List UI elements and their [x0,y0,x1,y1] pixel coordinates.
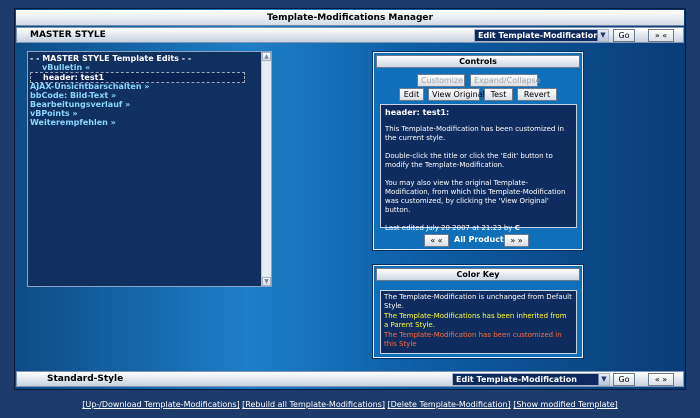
action-select-top[interactable]: Edit Template-Modification ▼ [474,29,609,42]
delete-link[interactable]: [Delete Template-Modification] [388,400,511,409]
scroll-up-icon[interactable]: ▲ [262,52,271,61]
key-customized: The Template-Modification has been custo… [384,331,562,348]
action-select-bottom[interactable]: Edit Template-Modification ▼ [452,373,610,386]
last-edited-user: C [514,224,520,232]
expand-all-button-bottom[interactable]: « » [648,373,674,386]
action-select-value: Edit Template-Modification [478,31,599,40]
manager-frame: Template-Modifications Manager MASTER ST… [14,8,686,390]
next-product-button[interactable]: » » [504,234,529,247]
go-button-bottom[interactable]: Go [613,373,635,386]
color-key-heading: Color Key [376,268,580,281]
edit-button[interactable]: Edit [399,88,424,101]
revert-button[interactable]: Revert [517,88,557,101]
footer-links: [Up-/Download Template-Modifications] [R… [0,400,700,409]
tree-item-ajax[interactable]: AJAX-Unsichtbarschalten » [30,82,149,91]
expand-all-button-top[interactable]: » « [648,29,674,42]
info-customized-text: This Template-Modification has been cust… [385,125,564,142]
tree-item-vbulletin[interactable]: vBulletin « [42,63,90,72]
tree-scrollbar[interactable]: ▲ ▼ [261,52,271,286]
style-name-label: MASTER STYLE [30,30,106,40]
upload-download-link[interactable]: [Up-/Download Template-Modifications] [82,400,239,409]
controls-panel: Controls Customize Expand/Collapse Edit … [373,52,583,250]
tree-item-bbcode[interactable]: bbCode: Bild-Text » [30,91,116,100]
info-view-original-hint: You may also view the original Template-… [385,179,566,214]
template-info-box: header: test1: This Template-Modificatio… [380,104,577,232]
all-products-label: All Products [454,235,509,244]
tree-item-bearbeitungsverlauf[interactable]: Bearbeitungsverlauf » [30,100,130,109]
controls-heading: Controls [376,55,580,68]
template-tree[interactable]: - - MASTER STYLE Template Edits - - vBul… [27,51,272,287]
top-style-bar: MASTER STYLE Edit Template-Modification … [16,27,684,43]
test-button[interactable]: Test [484,88,513,101]
info-title: header: test1: [385,108,450,117]
chevron-down-icon[interactable]: ▼ [598,374,609,385]
color-key-panel: Color Key The Template-Modification is u… [373,265,583,358]
bottom-style-bar: Standard-Style Edit Template-Modificatio… [16,371,684,387]
show-modified-link[interactable]: [Show modified Template] [513,400,617,409]
info-edit-hint: Double-click the title or click the 'Edi… [385,152,553,169]
action-select-bottom-value: Edit Template-Modification [456,375,577,384]
last-edited-text: Last edited July 20 2007 at 21:23 by [385,224,515,232]
tree-item-weiterempfehlen[interactable]: Weiterempfehlen » [30,118,116,127]
customize-button[interactable]: Customize [417,74,465,87]
expand-collapse-button[interactable]: Expand/Collapse [470,74,541,87]
rebuild-all-link[interactable]: [Rebuild all Template-Modifications] [242,400,385,409]
view-original-button[interactable]: View Original [428,88,485,101]
tree-root-item[interactable]: - - MASTER STYLE Template Edits - - [30,54,191,63]
prev-product-button[interactable]: « « [424,234,449,247]
color-key-box: The Template-Modification is unchanged f… [380,290,577,354]
key-inherited: The Template-Modifications has been inhe… [384,312,567,329]
last-edited-line: Last edited July 20 2007 at 21:23 by C [385,224,572,233]
chevron-down-icon[interactable]: ▼ [597,30,608,41]
page-title: Template-Modifications Manager [16,10,684,26]
go-button-top[interactable]: Go [613,29,635,42]
scroll-down-icon[interactable]: ▼ [262,277,271,286]
key-unchanged: The Template-Modification is unchanged f… [384,293,572,310]
bottom-style-name-label: Standard-Style [47,374,124,384]
tree-item-vbpoints[interactable]: vBPoints » [30,109,78,118]
